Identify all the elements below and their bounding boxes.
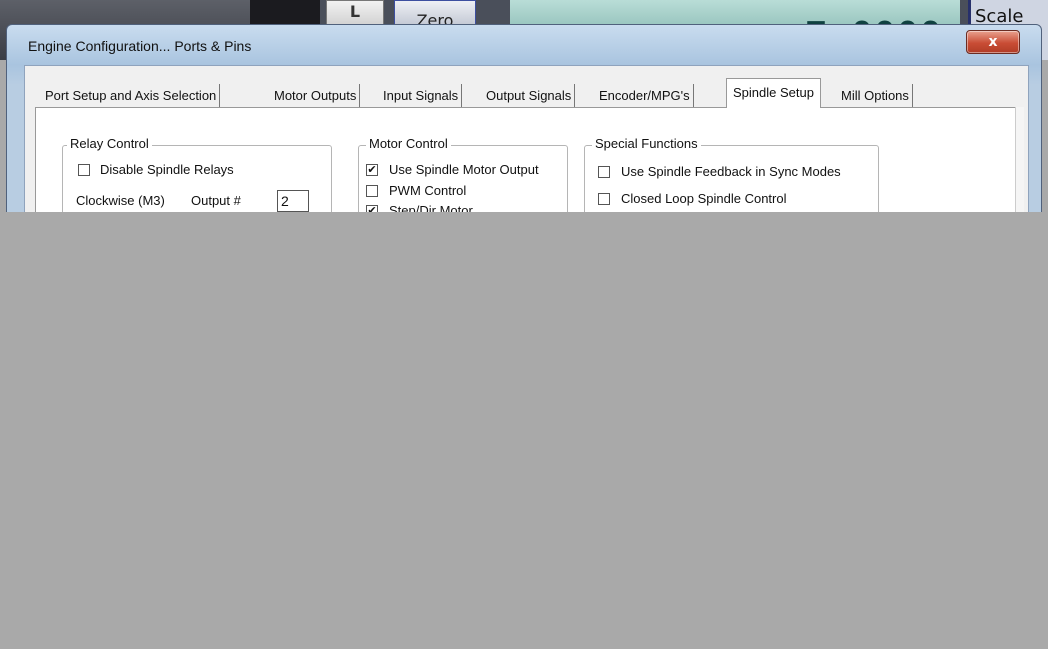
tab-spindle-setup[interactable]: Spindle Setup — [726, 78, 821, 108]
close-button[interactable]: x — [966, 30, 1020, 54]
closed-loop-spindle-checkbox[interactable] — [598, 193, 610, 205]
clockwise-label: Clockwise (M3) — [76, 193, 165, 208]
pwm-control-label: PWM Control — [389, 183, 467, 198]
disable-spindle-relays-checkbox[interactable] — [78, 164, 90, 176]
use-spindle-motor-output-label: Use Spindle Motor Output — [389, 162, 539, 177]
special-functions-legend: Special Functions — [592, 136, 701, 152]
spindle-feedback-sync-label: Use Spindle Feedback in Sync Modes — [621, 164, 841, 179]
redacted-region — [6, 212, 1048, 649]
window-title: Engine Configuration... Ports & Pins — [28, 38, 252, 54]
output-number-label: Output # — [191, 193, 241, 208]
tab-output-signals[interactable]: Output Signals — [483, 84, 576, 108]
motor-control-legend: Motor Control — [366, 136, 451, 152]
pwm-control-checkbox[interactable] — [366, 185, 378, 197]
tab-input-signals[interactable]: Input Signals — [380, 84, 463, 108]
tab-encoder-mpg[interactable]: Encoder/MPG's — [596, 84, 694, 108]
relay-control-legend: Relay Control — [67, 136, 152, 152]
tab-port-setup[interactable]: Port Setup and Axis Selection — [42, 84, 221, 108]
clockwise-output-field[interactable]: 2 — [277, 190, 309, 212]
spindle-feedback-sync-checkbox[interactable] — [598, 166, 610, 178]
disable-spindle-relays-label: Disable Spindle Relays — [100, 162, 234, 177]
closed-loop-spindle-label: Closed Loop Spindle Control — [621, 191, 787, 206]
use-spindle-motor-output-checkbox[interactable]: ✔ — [366, 164, 378, 176]
tab-mill-options[interactable]: Mill Options — [838, 84, 913, 108]
tab-motor-outputs[interactable]: Motor Outputs — [271, 84, 361, 108]
